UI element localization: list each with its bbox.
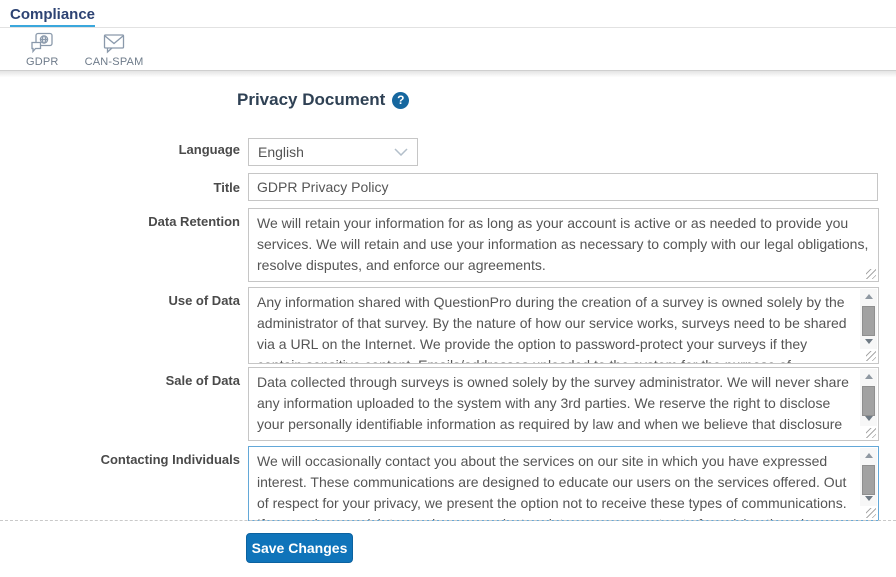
sale-of-data-text: Data collected through surveys is owned … bbox=[249, 368, 860, 440]
scrollbar[interactable] bbox=[860, 369, 877, 426]
contacting-individuals-text: We will occasionally contact you about t… bbox=[249, 447, 860, 520]
data-retention-label: Data Retention bbox=[0, 214, 240, 229]
language-select[interactable]: English bbox=[248, 138, 418, 166]
contacting-individuals-textarea[interactable]: We will occasionally contact you about t… bbox=[248, 446, 879, 521]
title-label: Title bbox=[0, 180, 240, 195]
tab-can-spam[interactable]: CAN-SPAM bbox=[79, 28, 150, 68]
data-retention-textarea[interactable]: We will retain your information for as l… bbox=[248, 208, 879, 282]
scroll-up-icon[interactable] bbox=[860, 448, 877, 463]
sale-of-data-label: Sale of Data bbox=[0, 373, 240, 388]
resize-handle-icon[interactable] bbox=[866, 508, 876, 518]
contacting-individuals-label: Contacting Individuals bbox=[0, 452, 240, 467]
save-changes-button[interactable]: Save Changes bbox=[246, 533, 353, 563]
question-mark-icon[interactable]: ? bbox=[392, 92, 409, 109]
data-retention-text: We will retain your information for as l… bbox=[249, 209, 878, 281]
scrollbar[interactable] bbox=[860, 448, 877, 506]
gdpr-globe-chat-icon bbox=[30, 32, 54, 54]
tab-gdpr-label: GDPR bbox=[26, 56, 59, 68]
scroll-down-icon[interactable] bbox=[860, 334, 877, 349]
dashed-divider bbox=[0, 520, 896, 521]
use-of-data-label: Use of Data bbox=[0, 293, 240, 308]
breadcrumb[interactable]: Compliance bbox=[10, 6, 95, 27]
page-title: Privacy Document ? bbox=[237, 90, 409, 110]
scroll-up-icon[interactable] bbox=[860, 369, 877, 384]
title-input[interactable] bbox=[248, 173, 878, 201]
resize-handle-icon[interactable] bbox=[866, 269, 876, 279]
chevron-down-icon bbox=[394, 148, 408, 156]
use-of-data-textarea[interactable]: Any information shared with QuestionPro … bbox=[248, 287, 879, 364]
sale-of-data-textarea[interactable]: Data collected through surveys is owned … bbox=[248, 367, 879, 441]
language-label: Language bbox=[0, 142, 240, 157]
envelope-message-icon bbox=[102, 32, 126, 54]
toolbar: GDPR CAN-SPAM bbox=[0, 28, 896, 70]
scroll-down-icon[interactable] bbox=[860, 411, 877, 426]
tab-gdpr[interactable]: GDPR bbox=[20, 28, 65, 68]
use-of-data-text: Any information shared with QuestionPro … bbox=[249, 288, 860, 363]
language-select-value: English bbox=[258, 144, 304, 160]
scrollbar[interactable] bbox=[860, 289, 877, 349]
resize-handle-icon[interactable] bbox=[866, 351, 876, 361]
scroll-up-icon[interactable] bbox=[860, 289, 877, 304]
scroll-down-icon[interactable] bbox=[860, 491, 877, 506]
page-title-text: Privacy Document bbox=[237, 90, 385, 110]
scrollbar-thumb[interactable] bbox=[862, 306, 875, 336]
toolbar-shadow bbox=[0, 71, 896, 77]
compliance-page: Compliance GDPR bbox=[0, 0, 896, 577]
resize-handle-icon[interactable] bbox=[866, 428, 876, 438]
tab-can-spam-label: CAN-SPAM bbox=[85, 56, 144, 68]
